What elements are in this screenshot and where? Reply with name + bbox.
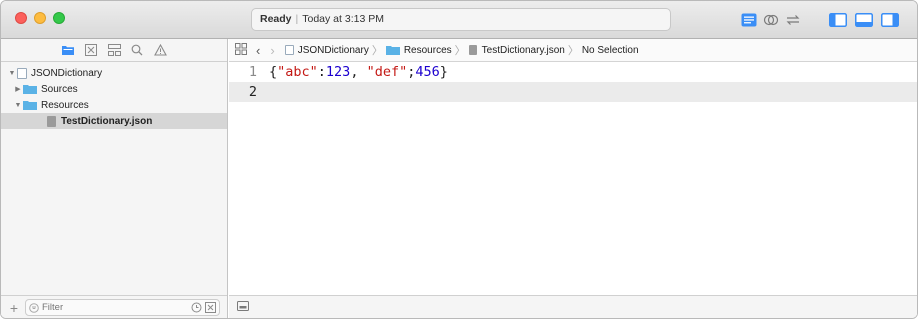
standard-editor-button[interactable] [739,10,759,30]
tree-item-label: JSONDictionary [31,67,103,79]
debug-bar [229,295,917,318]
code-line-current[interactable]: 2 [229,82,917,102]
version-editor-button[interactable] [783,10,803,30]
jumpbar-crumb-resources[interactable]: Resources [385,44,452,56]
tree-item-label: Sources [41,83,78,95]
symbol-navigator-icon [85,44,97,56]
tree-item-project[interactable]: ▼ JSONDictionary [1,65,227,81]
version-editor-icon [786,15,800,25]
status-timestamp: Today at 3:13 PM [302,13,384,25]
assistant-editor-button[interactable] [761,10,781,30]
debug-area-icon [237,301,249,311]
utilities-toggle-button[interactable] [879,10,901,30]
tab-hierarchy-navigator[interactable] [106,42,122,58]
navigator-footer: + [1,295,227,318]
window-toolbar: Ready | Today at 3:13 PM [1,1,917,39]
code-line-content: {"abc":123, "def";456} [269,64,448,80]
code-token-punct: { [269,64,278,80]
json-file-icon [468,45,477,55]
debug-area-toggle-button[interactable] [853,10,875,30]
crumb-separator-icon: 〉 [371,45,383,57]
standard-editor-icon [741,13,757,27]
project-file-icon [284,45,294,55]
tab-issue-navigator[interactable] [152,42,168,58]
crumb-label: TestDictionary.json [481,44,565,56]
navigator-toggle-icon [829,13,847,27]
minimize-window-button[interactable] [34,12,46,24]
tree-item-testdictionary-json[interactable]: TestDictionary.json [1,113,227,129]
jumpbar-crumb-file[interactable]: TestDictionary.json [468,44,565,56]
code-token-str: "abc" [277,64,318,80]
navigator-tab-bar [1,39,227,62]
code-token-punct: : [317,64,326,80]
tab-project-navigator[interactable] [60,42,76,58]
navigator-filter-field[interactable] [25,299,220,316]
assistant-editor-icon [763,14,779,26]
jumpbar-crumb-project[interactable]: JSONDictionary [284,44,369,56]
tab-symbol-navigator[interactable] [83,42,99,58]
tree-item-label: TestDictionary.json [61,115,153,127]
disclosure-collapsed-icon[interactable]: ▶ [13,85,23,93]
project-navigator-icon [62,46,74,55]
jumpbar-crumb-selection[interactable]: No Selection [582,45,639,56]
navigator-toggle-button[interactable] [827,10,849,30]
code-token-num: 123 [325,64,351,80]
zoom-window-button[interactable] [53,12,65,24]
debug-area-toggle-icon [855,13,873,27]
folder-icon [385,46,400,55]
build-status: Ready [260,13,292,25]
recent-files-icon[interactable] [191,302,202,313]
crumb-label: JSONDictionary [297,44,369,56]
issue-navigator-icon [153,44,167,56]
project-navigator: ▼ JSONDictionary ▶ Sources ▼ Resources T… [1,39,228,318]
crumb-label: No Selection [581,44,639,56]
file-tree: ▼ JSONDictionary ▶ Sources ▼ Resources T… [1,62,227,129]
crumb-label: Resources [403,44,452,56]
json-file-icon [47,115,56,127]
disclosure-expanded-icon[interactable]: ▼ [7,70,17,77]
xcode-window: Ready | Today at 3:13 PM ▼ JSONDictionar… [0,0,918,319]
hierarchy-navigator-icon [107,44,121,56]
filter-icon [29,302,39,313]
code-token-num: 456 [415,64,440,80]
utilities-toggle-icon [881,13,899,27]
code-token-punct: } [439,64,448,80]
source-control-filter-icon[interactable] [205,302,216,313]
related-items-icon [235,42,247,55]
jump-bar: ‹ › JSONDictionary 〉 Resources 〉 TestDic… [229,39,917,62]
crumb-separator-icon: 〉 [454,45,466,57]
project-file-icon [17,67,27,79]
folder-icon [23,101,37,110]
code-token-str: "def" [366,64,408,80]
tree-item-resources[interactable]: ▼ Resources [1,97,227,113]
line-number: 1 [248,64,257,80]
code-line[interactable]: 1 {"abc":123, "def";456} [229,62,917,82]
find-navigator-icon [131,44,143,56]
show-debug-area-button[interactable] [237,301,249,314]
related-items-button[interactable] [235,42,247,58]
code-token-punct: , [350,64,367,80]
tree-item-sources[interactable]: ▶ Sources [1,81,227,97]
close-window-button[interactable] [15,12,27,24]
disclosure-expanded-icon[interactable]: ▼ [13,102,23,109]
crumb-separator-icon: 〉 [567,45,579,57]
status-separator: | [295,13,299,25]
tab-find-navigator[interactable] [129,42,145,58]
code-text-area[interactable]: 1 {"abc":123, "def";456} 2 [229,62,917,271]
add-file-button[interactable]: + [3,300,25,316]
go-back-button[interactable]: ‹ [256,43,260,58]
folder-icon [23,85,37,94]
line-number: 2 [248,84,257,100]
tree-item-label: Resources [41,99,89,111]
activity-viewer: Ready | Today at 3:13 PM [251,8,671,31]
filter-input[interactable] [42,302,162,313]
go-forward-button[interactable]: › [270,43,274,58]
source-editor: ‹ › JSONDictionary 〉 Resources 〉 TestDic… [229,39,917,318]
